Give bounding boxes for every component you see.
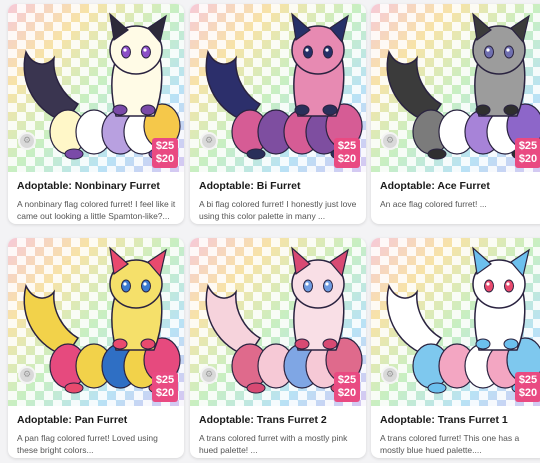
furret-foot xyxy=(427,382,447,394)
listing-description: A nonbinary flag colored furret! I feel … xyxy=(17,199,176,221)
price-tag: $25 $20 xyxy=(152,372,178,402)
listing-card[interactable]: ⚙ $25 $20 Adoptable: Ace Furret An ace f… xyxy=(371,4,540,224)
watermark-icon: ⚙ xyxy=(18,366,36,384)
listing-thumbnail[interactable]: ⚙ $25 $20 xyxy=(190,4,366,172)
listing-description: A bi flag colored furret! I honestly jus… xyxy=(199,199,357,221)
listing-title[interactable]: Adoptable: Pan Furret xyxy=(17,414,179,426)
furret-paw xyxy=(140,104,156,116)
price-original: $25 xyxy=(518,374,538,386)
furret-paw xyxy=(503,104,519,116)
listing-thumbnail[interactable]: ⚙ $25 $20 xyxy=(8,4,184,172)
listing-title[interactable]: Adoptable: Bi Furret xyxy=(199,180,361,192)
listing-title[interactable]: Adoptable: Nonbinary Furret xyxy=(17,180,179,192)
furret-eye-shine xyxy=(123,48,127,52)
furret-foot xyxy=(64,382,84,394)
listing-description: A pan flag colored furret! Loved using t… xyxy=(17,433,158,455)
price-sale: $20 xyxy=(518,387,538,399)
listing-thumbnail[interactable]: ⚙ $25 $20 xyxy=(371,238,540,406)
furret-eye-right xyxy=(323,45,333,59)
listing-card[interactable]: ⚙ $25 $20 Adoptable: Pan Furret A pan fl… xyxy=(8,238,184,458)
price-original: $25 xyxy=(155,140,175,152)
watermark-icon: ⚙ xyxy=(381,366,399,384)
furret-paw xyxy=(322,338,338,350)
furret-eye-shine xyxy=(143,282,147,286)
furret-eye-shine xyxy=(486,48,490,52)
furret-eye-shine xyxy=(143,48,147,52)
furret-eye-shine xyxy=(506,282,510,286)
furret-eye-left xyxy=(121,279,131,293)
listing-card[interactable]: ⚙ $25 $20 Adoptable: Bi Furret A bi flag… xyxy=(190,4,366,224)
furret-eye-right xyxy=(504,279,514,293)
price-original: $25 xyxy=(337,140,357,152)
furret-paw xyxy=(503,338,519,350)
listing-description: A trans colored furret with a mostly pin… xyxy=(199,433,348,455)
price-sale: $20 xyxy=(155,387,175,399)
price-original: $25 xyxy=(337,374,357,386)
listing-grid: ⚙ $25 $20 Adoptable: Nonbinary Furret A … xyxy=(0,0,540,463)
furret-eye-shine xyxy=(325,48,329,52)
listing-thumbnail[interactable]: ⚙ $25 $20 xyxy=(190,238,366,406)
price-sale: $20 xyxy=(337,387,357,399)
price-tag: $25 $20 xyxy=(334,138,360,168)
listing-thumbnail[interactable]: ⚙ $25 $20 xyxy=(8,238,184,406)
furret-eye-left xyxy=(303,45,313,59)
furret-eye-right xyxy=(323,279,333,293)
price-original: $25 xyxy=(518,140,538,152)
listing-description: An ace flag colored furret! ... xyxy=(380,199,487,209)
listing-title[interactable]: Adoptable: Trans Furret 2 xyxy=(199,414,361,426)
price-tag: $25 $20 xyxy=(152,138,178,168)
furret-foot xyxy=(246,382,266,394)
furret-paw xyxy=(475,104,491,116)
furret-paw xyxy=(294,338,310,350)
furret-paw xyxy=(140,338,156,350)
furret-eye-left xyxy=(484,45,494,59)
listing-card[interactable]: ⚙ $25 $20 Adoptable: Nonbinary Furret A … xyxy=(8,4,184,224)
price-original: $25 xyxy=(155,374,175,386)
listing-title[interactable]: Adoptable: Trans Furret 1 xyxy=(380,414,540,426)
furret-paw xyxy=(112,104,128,116)
listing-thumbnail[interactable]: ⚙ $25 $20 xyxy=(371,4,540,172)
listing-title[interactable]: Adoptable: Ace Furret xyxy=(380,180,540,192)
furret-eye-left xyxy=(121,45,131,59)
furret-eye-shine xyxy=(123,282,127,286)
watermark-icon: ⚙ xyxy=(18,132,36,150)
furret-eye-right xyxy=(141,45,151,59)
price-tag: $25 $20 xyxy=(515,372,540,402)
furret-eye-left xyxy=(484,279,494,293)
price-sale: $20 xyxy=(337,153,357,165)
furret-eye-right xyxy=(504,45,514,59)
listing-card[interactable]: ⚙ $25 $20 Adoptable: Trans Furret 1 A tr… xyxy=(371,238,540,458)
furret-foot xyxy=(246,148,266,160)
price-tag: $25 $20 xyxy=(515,138,540,168)
furret-eye-left xyxy=(303,279,313,293)
furret-paw xyxy=(112,338,128,350)
furret-eye-right xyxy=(141,279,151,293)
watermark-icon: ⚙ xyxy=(381,132,399,150)
furret-paw xyxy=(294,104,310,116)
furret-eye-shine xyxy=(506,48,510,52)
price-tag: $25 $20 xyxy=(334,372,360,402)
furret-eye-shine xyxy=(486,282,490,286)
furret-foot xyxy=(427,148,447,160)
furret-paw xyxy=(475,338,491,350)
furret-foot xyxy=(64,148,84,160)
listing-card[interactable]: ⚙ $25 $20 Adoptable: Trans Furret 2 A tr… xyxy=(190,238,366,458)
furret-paw xyxy=(322,104,338,116)
furret-eye-shine xyxy=(305,282,309,286)
listing-description: A trans colored furret! This one has a m… xyxy=(380,433,520,455)
price-sale: $20 xyxy=(518,153,538,165)
price-sale: $20 xyxy=(155,153,175,165)
watermark-icon: ⚙ xyxy=(200,132,218,150)
furret-eye-shine xyxy=(325,282,329,286)
furret-eye-shine xyxy=(305,48,309,52)
watermark-icon: ⚙ xyxy=(200,366,218,384)
